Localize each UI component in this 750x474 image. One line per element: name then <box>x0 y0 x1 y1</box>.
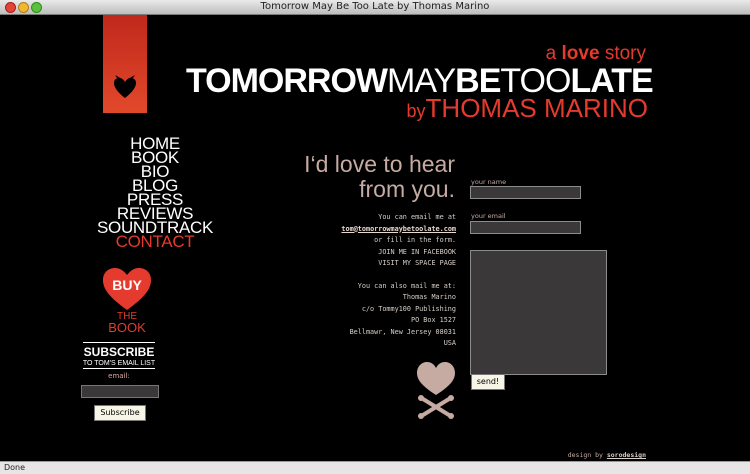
buy-label: BUY <box>112 277 142 293</box>
tagline-love: love <box>561 43 600 64</box>
status-text: Done <box>4 463 26 472</box>
window-titlebar: Tomorrow May Be Too Late by Thomas Marin… <box>0 0 750 15</box>
subscribe-divider-bottom <box>83 368 155 369</box>
name-input[interactable] <box>470 186 581 199</box>
facebook-link[interactable]: JOIN ME IN FACEBOOK <box>378 248 456 256</box>
address-line: c/o Tommy100 Publishing <box>361 304 456 313</box>
design-credit: design by sorodesign <box>500 451 646 459</box>
status-bar: Done <box>0 461 750 474</box>
address-line: PO Box 1527 <box>410 316 456 324</box>
contact-intro: You can email me at <box>378 213 456 221</box>
designer-link[interactable]: sorodesign <box>607 451 646 459</box>
heart-crossbones-icon <box>417 362 455 419</box>
email-field-label: your email <box>471 212 506 220</box>
subscribe-email-input[interactable] <box>81 385 159 398</box>
address-line: Bellmawr, New Jersey 08031 <box>349 327 456 336</box>
byline-name: THOMAS MARINO <box>425 93 648 123</box>
send-button[interactable]: send! <box>471 374 505 390</box>
contact-heading: I‘d love to hear from you. <box>250 152 455 202</box>
subscribe-title: SUBSCRIBE <box>83 345 155 359</box>
address-line: USA <box>443 339 456 347</box>
main-nav: HOME BOOK BIO BLOG PRESS REVIEWS SOUNDTR… <box>60 135 250 250</box>
subscribe-divider-top <box>83 342 155 343</box>
logo-tomorrow: TOMORROW <box>186 62 388 100</box>
mail-intro: You can also mail me at: <box>357 281 456 290</box>
email-input[interactable] <box>470 221 581 234</box>
subscribe-button[interactable]: Subscribe <box>94 405 146 421</box>
email-link[interactable]: tom@tomorrowmaybetoolate.com <box>341 225 456 233</box>
buy-book-label: BOOK <box>108 320 146 335</box>
tagline-pre: a <box>545 43 557 64</box>
nav-contact[interactable]: CONTACT <box>60 233 250 250</box>
contact-heading-line1: I‘d love to hear <box>304 151 455 177</box>
message-textarea[interactable] <box>470 250 607 375</box>
page-content: a love story TOMORROWMAYBETOOLATE byTHOM… <box>0 15 750 461</box>
buy-the-book-button[interactable]: BUY THE BOOK <box>101 267 153 347</box>
byline-by: by <box>406 101 426 121</box>
author-byline: byTHOMAS MARINO <box>380 93 648 126</box>
devil-heart-icon <box>114 75 136 98</box>
contact-or-form: or fill in the form. <box>374 236 456 244</box>
design-by-label: design by <box>567 451 603 459</box>
subscribe-subtitle: TO TOM'S EMAIL LIST <box>82 360 156 367</box>
red-ribbon <box>103 15 147 113</box>
name-field-label: your name <box>471 178 507 186</box>
tagline-post: story <box>604 43 646 64</box>
address-line: Thomas Marino <box>402 293 456 301</box>
window-title: Tomorrow May Be Too Late by Thomas Marin… <box>260 1 490 12</box>
subscribe-email-label: email: <box>108 372 130 380</box>
contact-heading-line2: from you. <box>359 176 455 202</box>
myspace-link[interactable]: VISIT MY SPACE PAGE <box>378 259 456 267</box>
contact-info: You can email me at tom@tomorrowmaybetoo… <box>250 212 456 350</box>
